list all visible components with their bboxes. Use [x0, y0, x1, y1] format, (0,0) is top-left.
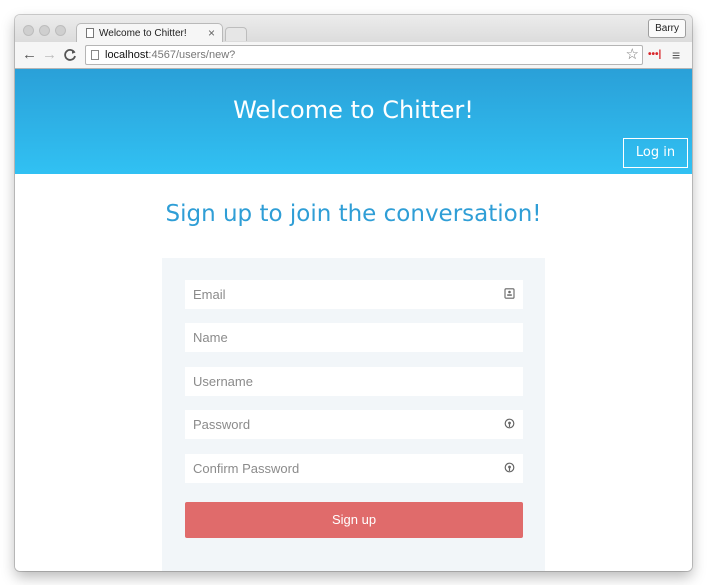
browser-window: Welcome to Chitter! × Barry ← → localhos… [15, 15, 692, 571]
back-arrow-icon[interactable]: ← [22, 46, 37, 64]
profile-button[interactable]: Barry [648, 19, 686, 38]
forward-arrow-icon[interactable]: → [42, 46, 57, 64]
extension-icon[interactable]: •••| [648, 49, 661, 60]
close-window-dot[interactable] [23, 25, 34, 36]
zoom-window-dot[interactable] [55, 25, 66, 36]
email-field[interactable]: Email [185, 280, 523, 309]
site-title: Welcome to Chitter! [233, 96, 474, 124]
tab-strip: Welcome to Chitter! × Barry [15, 15, 692, 43]
name-field[interactable]: Name [185, 323, 523, 352]
username-field[interactable]: Username [185, 367, 523, 396]
confirm-password-field[interactable]: Confirm Password [185, 454, 523, 483]
browser-menu-icon[interactable]: ≡ [672, 46, 680, 64]
url-path: :4567/users/new? [148, 49, 236, 61]
email-placeholder: Email [193, 287, 226, 302]
contact-card-icon[interactable] [504, 288, 515, 299]
signup-form: Email Name Username Password Confirm Pas… [162, 258, 545, 571]
browser-tab[interactable]: Welcome to Chitter! × [76, 23, 223, 43]
username-placeholder: Username [193, 374, 253, 389]
address-bar[interactable]: localhost:4567/users/new? ☆ [85, 45, 643, 65]
page-icon [91, 50, 99, 60]
confirm-password-placeholder: Confirm Password [193, 461, 300, 476]
page-icon [86, 28, 94, 38]
signup-headline: Sign up to join the conversation! [165, 201, 542, 227]
key-icon[interactable] [504, 418, 515, 429]
bookmark-star-icon[interactable]: ☆ [626, 46, 639, 64]
key-icon[interactable] [504, 462, 515, 473]
password-placeholder: Password [193, 417, 251, 432]
reload-icon[interactable] [63, 46, 77, 67]
close-tab-icon[interactable]: × [208, 26, 215, 40]
url-host: localhost [105, 49, 149, 61]
new-tab-button[interactable] [225, 27, 247, 41]
url-text[interactable]: localhost:4567/users/new? [105, 49, 235, 61]
name-placeholder: Name [193, 330, 228, 345]
signup-button[interactable]: Sign up [185, 502, 523, 538]
site-header: Welcome to Chitter! Log in [15, 69, 692, 174]
tab-title: Welcome to Chitter! [99, 28, 187, 39]
minimize-window-dot[interactable] [39, 25, 50, 36]
login-button[interactable]: Log in [623, 138, 688, 168]
page-content: Welcome to Chitter! Log in Sign up to jo… [15, 69, 692, 571]
password-field[interactable]: Password [185, 410, 523, 439]
browser-toolbar: ← → localhost:4567/users/new? ☆ •••| ≡ [15, 42, 692, 69]
